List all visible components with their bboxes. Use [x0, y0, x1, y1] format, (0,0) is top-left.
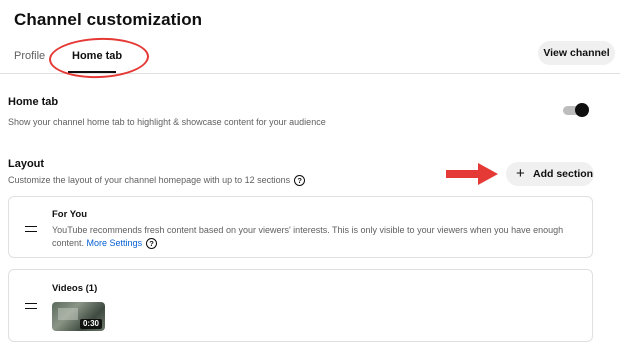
more-settings-link[interactable]: More Settings — [87, 238, 143, 248]
help-icon[interactable]: ? — [294, 175, 306, 187]
drag-handle-icon[interactable] — [25, 303, 37, 309]
add-section-button[interactable]: + Add section — [506, 162, 594, 186]
help-icon[interactable]: ? — [146, 238, 158, 250]
video-duration-badge: 0:30 — [79, 319, 102, 329]
tab-bar: Profile Home tab — [0, 42, 620, 74]
section-title: For You — [52, 209, 88, 220]
view-channel-button[interactable]: View channel — [538, 41, 615, 65]
section-description: YouTube recommends fresh content based o… — [52, 224, 572, 250]
active-tab-indicator — [68, 71, 116, 73]
section-title: Videos (1) — [52, 283, 98, 294]
plus-icon: + — [516, 165, 525, 182]
video-thumbnail[interactable]: 0:30 — [52, 302, 105, 331]
tab-home[interactable]: Home tab — [72, 50, 122, 62]
home-tab-toggle[interactable] — [563, 103, 589, 117]
layout-title: Layout — [8, 158, 45, 170]
layout-description: Customize the layout of your channel hom… — [8, 175, 306, 187]
tab-profile[interactable]: Profile — [14, 50, 45, 62]
arrow-right-icon — [446, 163, 498, 185]
section-card-for-you[interactable]: For You YouTube recommends fresh content… — [8, 196, 593, 258]
layout-description-text: Customize the layout of your channel hom… — [8, 175, 291, 185]
home-tab-title: Home tab — [8, 96, 59, 108]
home-tab-description: Show your channel home tab to highlight … — [8, 117, 326, 127]
drag-handle-icon[interactable] — [25, 226, 37, 232]
add-section-label: Add section — [533, 168, 594, 180]
page-title: Channel customization — [14, 10, 203, 29]
toggle-knob — [575, 103, 589, 117]
section-card-videos[interactable]: Videos (1) 0:30 — [8, 269, 593, 342]
